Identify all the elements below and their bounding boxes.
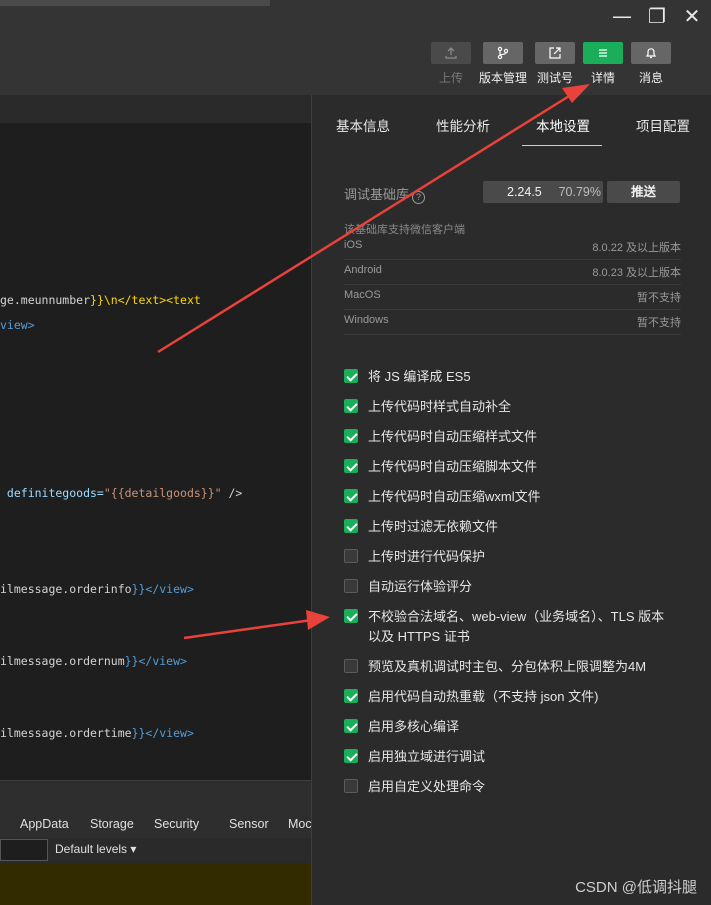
checkbox[interactable] [344, 689, 358, 703]
checkbox[interactable] [344, 519, 358, 533]
upload-icon [431, 42, 471, 64]
upload-button[interactable]: 上传 [421, 42, 481, 88]
messages-button[interactable]: 消息 [621, 42, 681, 88]
checkbox[interactable] [344, 399, 358, 413]
close-button[interactable]: ✕ [678, 4, 706, 28]
lib-version-select[interactable]: 2.24.5 70.79% [483, 181, 603, 203]
platform-row: Windows 暂不支持 [344, 310, 681, 335]
details-panel: 基本信息 性能分析 本地设置 项目配置 调试基础库? 2.24.5 70.79%… [311, 95, 711, 905]
tab-storage[interactable]: Storage [90, 817, 134, 831]
platform-row: MacOS 暂不支持 [344, 285, 681, 310]
devtools-tab-bar: AppData Storage Security Sensor Moc [0, 780, 312, 838]
code-line: definitegoods="{{detailgoods}}" /> [0, 486, 243, 500]
checkbox[interactable] [344, 369, 358, 383]
editor-tab-bar [0, 95, 311, 123]
active-tab-indicator [522, 145, 602, 146]
lib-percent: 70.79% [558, 185, 601, 199]
checkbox[interactable] [344, 489, 358, 503]
tab-security[interactable]: Security [154, 817, 199, 831]
tab-project-config[interactable]: 项目配置 [636, 115, 690, 135]
checkbox[interactable] [344, 779, 358, 793]
tab-local-settings[interactable]: 本地设置 [536, 115, 590, 135]
external-link-icon [535, 42, 575, 64]
checkbox[interactable] [344, 579, 358, 593]
checkbox[interactable] [344, 609, 358, 623]
version-label: 版本管理 [478, 71, 527, 85]
code-editor[interactable]: ge.meunnumber}}\n</text><text view> defi… [0, 95, 311, 780]
tab-basic-info[interactable]: 基本信息 [336, 115, 390, 135]
checkbox[interactable] [344, 659, 358, 673]
checkbox[interactable] [344, 429, 358, 443]
code-line: ilmessage.orderinfo}}</view> [0, 582, 194, 596]
tab-mock[interactable]: Moc [288, 817, 312, 831]
push-button[interactable]: 推送 [607, 181, 680, 203]
debug-lib-label: 调试基础库? [344, 184, 426, 204]
menu-icon [583, 42, 623, 64]
platform-row: Android 8.0.23 及以上版本 [344, 260, 681, 285]
checkbox[interactable] [344, 459, 358, 473]
tab-sensor[interactable]: Sensor [229, 817, 269, 831]
checkbox[interactable] [344, 719, 358, 733]
lib-version: 2.24.5 [507, 185, 542, 199]
code-line: ge.meunnumber}}\n</text><text [0, 293, 201, 307]
title-shadow [0, 0, 270, 6]
checkbox[interactable] [344, 749, 358, 763]
messages-label: 消息 [638, 71, 663, 85]
bell-icon [631, 42, 671, 64]
console-output [0, 863, 311, 905]
branch-icon [483, 42, 523, 64]
code-line: ilmessage.ordernum}}</view> [0, 654, 187, 668]
code-line: ilmessage.ordertime}}</view> [0, 726, 194, 740]
code-line: view> [0, 318, 35, 332]
upload-label: 上传 [438, 71, 463, 85]
title-bar: — ❐ ✕ 上传 版本管理 测试号 详情 消息 [0, 0, 711, 95]
console-filter-input[interactable] [0, 839, 48, 861]
version-button[interactable]: 版本管理 [473, 42, 533, 88]
maximize-button[interactable]: ❐ [643, 4, 671, 28]
tab-performance[interactable]: 性能分析 [436, 115, 490, 135]
tab-appdata[interactable]: AppData [20, 817, 69, 831]
platform-row: iOS 8.0.22 及以上版本 [344, 235, 681, 260]
help-icon[interactable]: ? [412, 191, 426, 204]
checkbox[interactable] [344, 549, 358, 563]
watermark: CSDN @低调抖腿 [575, 879, 697, 896]
minimize-button[interactable]: — [608, 4, 636, 28]
log-levels-select[interactable]: Default levels ▾ [55, 842, 136, 856]
